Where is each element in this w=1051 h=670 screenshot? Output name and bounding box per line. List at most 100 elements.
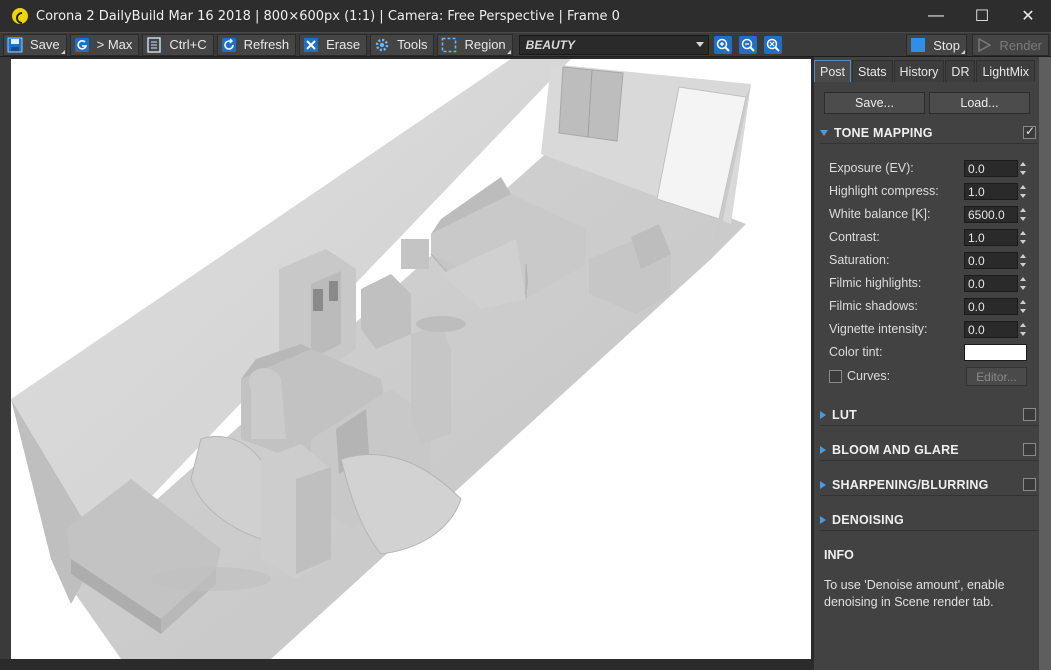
exposure-label: Exposure (EV): bbox=[829, 161, 914, 175]
stop-button[interactable]: Stop bbox=[906, 34, 967, 56]
maximize-button[interactable]: ☐ bbox=[959, 0, 1005, 32]
highlight-compress-spinner[interactable]: 1.0 bbox=[964, 183, 1028, 200]
denoising-header[interactable]: DENOISING bbox=[820, 509, 1040, 531]
spinner-arrows-icon[interactable] bbox=[1018, 160, 1028, 177]
zoom-fit-icon bbox=[763, 35, 782, 54]
filmic-shadows-spinner[interactable]: 0.0 bbox=[964, 298, 1028, 315]
window-controls: — ☐ ✕ bbox=[913, 0, 1051, 32]
denoising-title: DENOISING bbox=[832, 512, 904, 527]
tab-history[interactable]: History bbox=[893, 60, 945, 82]
filmic-highlights-spinner[interactable]: 0.0 bbox=[964, 275, 1028, 292]
lut-title: LUT bbox=[832, 407, 857, 422]
contrast-row: Contrast: 1.0 bbox=[829, 227, 1029, 247]
white-balance-spinner[interactable]: 6500.0 bbox=[964, 206, 1028, 223]
saturation-row: Saturation: 0.0 bbox=[829, 250, 1029, 270]
tab-post[interactable]: Post bbox=[814, 60, 852, 82]
zoom-in-icon bbox=[713, 35, 732, 54]
spinner-arrows-icon[interactable] bbox=[1018, 206, 1028, 223]
refresh-button[interactable]: Refresh bbox=[216, 33, 297, 56]
tools-button[interactable]: Tools bbox=[370, 33, 435, 56]
filmic-highlights-label: Filmic highlights: bbox=[829, 276, 922, 290]
bloom-glare-checkbox[interactable] bbox=[1023, 443, 1036, 456]
bloom-glare-header[interactable]: BLOOM AND GLARE bbox=[820, 439, 1040, 461]
lut-checkbox[interactable] bbox=[1023, 408, 1036, 421]
close-button[interactable]: ✕ bbox=[1005, 0, 1051, 32]
sharpening-header[interactable]: SHARPENING/BLURRING bbox=[820, 474, 1040, 496]
filmic-shadows-value[interactable]: 0.0 bbox=[964, 298, 1018, 315]
tone-mapping-checkbox[interactable] bbox=[1023, 124, 1036, 139]
lut-header[interactable]: LUT bbox=[820, 404, 1040, 426]
zoom-out-button[interactable] bbox=[737, 34, 759, 56]
floppy-disk-icon bbox=[6, 36, 24, 54]
filmic-highlights-value[interactable]: 0.0 bbox=[964, 275, 1018, 292]
render-element-value: BEAUTY bbox=[525, 37, 576, 52]
spinner-arrows-icon[interactable] bbox=[1018, 321, 1028, 338]
dropdown-corner-icon bbox=[961, 50, 965, 54]
dropdown-corner-icon bbox=[506, 49, 511, 54]
bloom-glare-title: BLOOM AND GLARE bbox=[832, 442, 959, 457]
copy-button[interactable]: Ctrl+C bbox=[142, 33, 214, 56]
info-text: To use 'Denoise amount', enable denoisin… bbox=[824, 578, 1005, 609]
collapse-triangle-icon bbox=[820, 445, 826, 454]
erase-button[interactable]: Erase bbox=[299, 33, 368, 56]
saturation-value[interactable]: 0.0 bbox=[964, 252, 1018, 269]
tab-dr[interactable]: DR bbox=[945, 60, 976, 82]
refresh-label: Refresh bbox=[243, 37, 290, 52]
dropdown-corner-icon bbox=[60, 49, 65, 54]
contrast-label: Contrast: bbox=[829, 230, 880, 244]
render-element-select[interactable]: BEAUTY bbox=[518, 34, 709, 55]
highlight-compress-value[interactable]: 1.0 bbox=[964, 183, 1018, 200]
region-button[interactable]: Region bbox=[437, 33, 513, 56]
tab-stats[interactable]: Stats bbox=[852, 60, 893, 82]
saturation-spinner[interactable]: 0.0 bbox=[964, 252, 1028, 269]
curves-checkbox[interactable] bbox=[829, 369, 842, 383]
spinner-arrows-icon[interactable] bbox=[1018, 275, 1028, 292]
color-tint-swatch[interactable] bbox=[964, 344, 1027, 361]
tone-mapping-header[interactable]: TONE MAPPING bbox=[820, 122, 1040, 144]
render-button[interactable]: Render bbox=[972, 34, 1049, 56]
zoom-in-button[interactable] bbox=[712, 34, 734, 56]
vignette-value[interactable]: 0.0 bbox=[964, 321, 1018, 338]
tone-mapping-title: TONE MAPPING bbox=[834, 125, 933, 140]
play-icon bbox=[975, 36, 993, 54]
vignette-row: Vignette intensity: 0.0 bbox=[829, 319, 1029, 339]
tab-lightmix[interactable]: LightMix bbox=[976, 60, 1036, 82]
spinner-arrows-icon[interactable] bbox=[1018, 298, 1028, 315]
filmic-highlights-row: Filmic highlights: 0.0 bbox=[829, 273, 1029, 293]
zoom-out-icon bbox=[738, 35, 757, 54]
contrast-value[interactable]: 1.0 bbox=[964, 229, 1018, 246]
info-title: INFO bbox=[824, 548, 854, 562]
save-button[interactable]: Save bbox=[3, 33, 67, 56]
spinner-arrows-icon[interactable] bbox=[1018, 229, 1028, 246]
zoom-fit-button[interactable] bbox=[762, 34, 784, 56]
color-tint-label: Color tint: bbox=[829, 345, 883, 359]
exposure-value[interactable]: 0.0 bbox=[964, 160, 1018, 177]
render-viewport[interactable] bbox=[11, 59, 811, 659]
title-bar: Corona 2 DailyBuild Mar 16 2018 | 800×60… bbox=[0, 0, 1051, 32]
spinner-arrows-icon[interactable] bbox=[1018, 252, 1028, 269]
vignette-label: Vignette intensity: bbox=[829, 322, 928, 336]
collapse-triangle-icon bbox=[820, 410, 826, 419]
vignette-spinner[interactable]: 0.0 bbox=[964, 321, 1028, 338]
region-label: Region bbox=[464, 37, 506, 52]
highlight-compress-row: Highlight compress: 1.0 bbox=[829, 181, 1029, 201]
curves-row: Curves: Editor... bbox=[829, 366, 1029, 386]
collapse-triangle-icon bbox=[820, 515, 826, 524]
save-preset-button[interactable]: Save... bbox=[824, 92, 925, 114]
max-button[interactable]: > Max bbox=[69, 33, 140, 56]
white-balance-label: White balance [K]: bbox=[829, 207, 931, 221]
spinner-arrows-icon[interactable] bbox=[1018, 183, 1028, 200]
filmic-shadows-row: Filmic shadows: 0.0 bbox=[829, 296, 1029, 316]
curves-editor-button[interactable]: Editor... bbox=[966, 367, 1027, 386]
minimize-button[interactable]: — bbox=[913, 0, 959, 32]
sharpening-title: SHARPENING/BLURRING bbox=[832, 477, 989, 492]
highlight-compress-label: Highlight compress: bbox=[829, 184, 939, 198]
sharpening-checkbox[interactable] bbox=[1023, 478, 1036, 491]
contrast-spinner[interactable]: 1.0 bbox=[964, 229, 1028, 246]
load-preset-button[interactable]: Load... bbox=[929, 92, 1030, 114]
exposure-spinner[interactable]: 0.0 bbox=[964, 160, 1028, 177]
frame-bottom-edge bbox=[0, 659, 813, 670]
saturation-label: Saturation: bbox=[829, 253, 890, 267]
collapse-triangle-icon bbox=[820, 480, 826, 489]
white-balance-value[interactable]: 6500.0 bbox=[964, 206, 1018, 223]
